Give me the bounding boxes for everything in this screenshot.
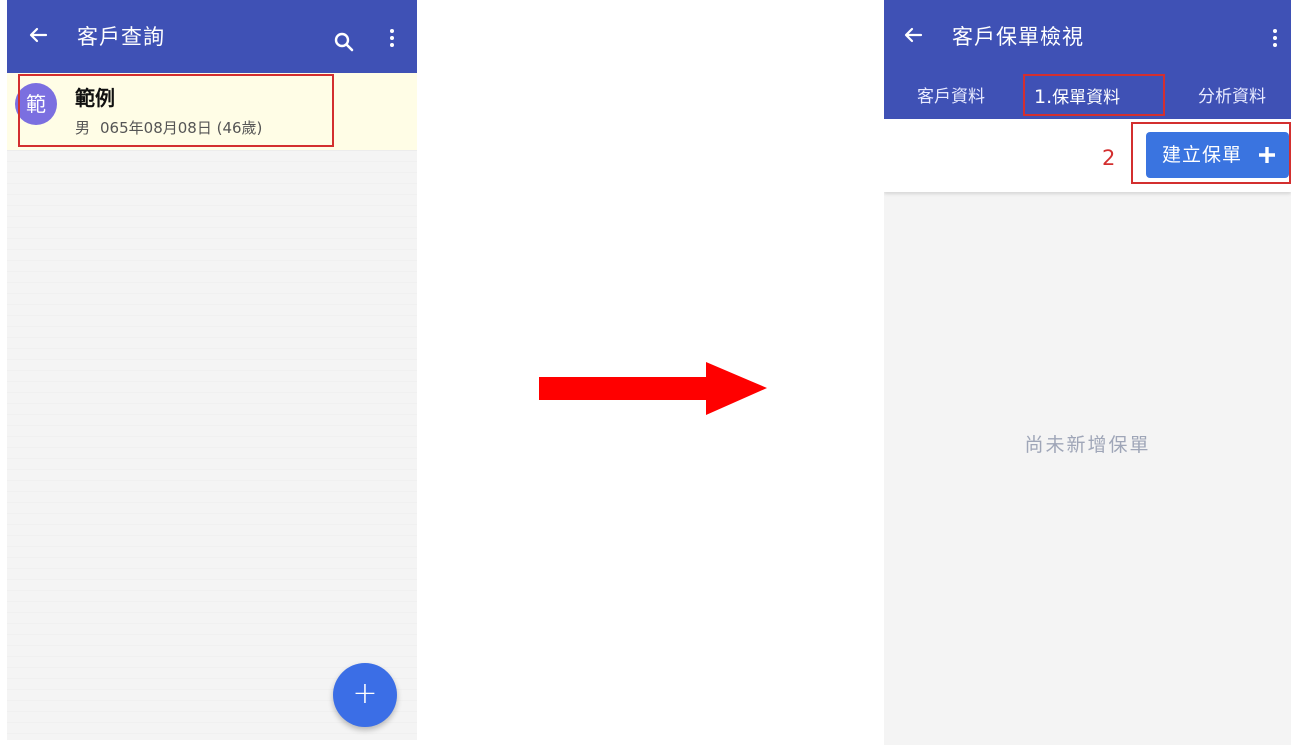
customer-search-screen: 客戶查詢 範 範例 男 065年08月08日 (46歲) + bbox=[7, 0, 417, 740]
step-2-label: 2 bbox=[1102, 146, 1116, 170]
highlight-box-customer bbox=[18, 74, 334, 147]
empty-list-area bbox=[7, 151, 417, 740]
page-title: 客戶保單檢視 bbox=[952, 25, 1084, 49]
action-bar: 2 建立保單 bbox=[884, 119, 1291, 192]
page-title: 客戶查詢 bbox=[77, 25, 165, 49]
app-bar: 客戶查詢 bbox=[7, 0, 417, 73]
search-icon[interactable] bbox=[333, 31, 355, 53]
back-arrow-icon[interactable] bbox=[900, 22, 926, 48]
red-arrow-icon bbox=[539, 362, 767, 415]
highlight-box-button bbox=[1131, 122, 1291, 184]
more-vert-icon[interactable] bbox=[389, 29, 395, 53]
highlight-box-tab bbox=[1023, 74, 1165, 116]
tab-customer-data[interactable]: 客戶資料 bbox=[917, 85, 985, 109]
more-vert-icon[interactable] bbox=[1272, 29, 1278, 53]
add-customer-fab[interactable]: + bbox=[333, 663, 397, 727]
back-arrow-icon[interactable] bbox=[25, 22, 51, 48]
tab-analysis-data[interactable]: 分析資料 bbox=[1198, 85, 1266, 109]
customer-policy-screen: 客戶保單檢視 客戶資料 1.保單資料 分析資料 2 建立保單 尚未新增保單 bbox=[884, 0, 1291, 745]
empty-state-message: 尚未新增保單 bbox=[1024, 434, 1151, 456]
